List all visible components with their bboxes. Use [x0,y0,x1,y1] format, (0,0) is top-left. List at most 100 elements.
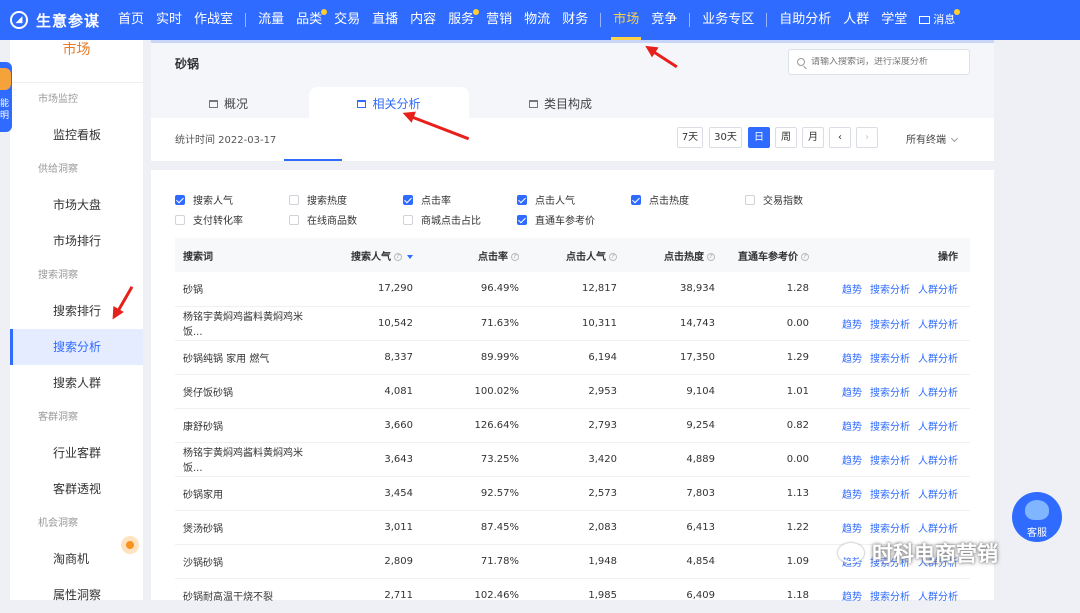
nav-divider [689,13,691,27]
nav-traffic[interactable]: 流量 [252,0,290,40]
elephant-mascot-icon [1025,500,1049,520]
sidebar-item-market-overview[interactable]: 市场大盘 [10,187,143,223]
crowd-analysis-link[interactable]: 人群分析 [918,490,958,501]
search-analysis-link[interactable]: 搜索分析 [870,320,910,331]
period-30-days-button[interactable]: 30天 [709,127,742,148]
period-7-days-button[interactable]: 7天 [677,127,703,148]
checkbox-icon [289,214,299,225]
search-analysis-link[interactable]: 搜索分析 [870,388,910,399]
help-icon[interactable]: ? [609,252,617,261]
metric-checkbox[interactable]: 在线商品数 [289,212,357,227]
metric-checkbox[interactable]: 点击人气 [517,192,575,207]
sidebar-item-industry-customers[interactable]: 行业客群 [10,435,143,471]
help-icon[interactable]: ? [801,252,809,261]
table-cell: 3,420 [533,442,631,477]
help-icon[interactable]: ? [707,252,715,261]
search-analysis-link[interactable]: 搜索分析 [870,524,910,535]
nav-self-analysis[interactable]: 自助分析 [773,0,837,40]
search-analysis-link[interactable]: 搜索分析 [870,354,910,365]
metric-checkbox[interactable]: 交易指数 [745,192,803,207]
table-cell: 1.28 [729,272,823,307]
search-analysis-link[interactable]: 搜索分析 [870,592,910,603]
sidebar-item-monitor-board[interactable]: 监控看板 [10,117,143,153]
search-box[interactable] [788,49,970,75]
trend-link[interactable]: 趋势 [842,388,862,399]
period-day-button[interactable]: 日 [748,127,770,148]
table-cell: 126.64% [427,408,533,443]
nav-transaction[interactable]: 交易 [328,0,366,40]
nav-marketing[interactable]: 营销 [480,0,518,40]
tab-category-composition[interactable]: 类目构成 [529,87,592,121]
metric-checkbox[interactable]: 直通车参考价 [517,212,595,227]
search-input[interactable] [811,57,961,67]
nav-home[interactable]: 首页 [112,0,150,40]
search-analysis-link[interactable]: 搜索分析 [870,456,910,467]
table-cell: 杨铭宇黄焖鸡酱料黄焖鸡米饭... [175,306,325,341]
customer-service-button[interactable]: 客服 [1012,492,1062,542]
nav-crowd[interactable]: 人群 [837,0,875,40]
sidebar-item-search-crowd[interactable]: 搜索人群 [10,365,143,401]
trend-link[interactable]: 趋势 [842,354,862,365]
nav-logistics[interactable]: 物流 [518,0,556,40]
nav-warroom[interactable]: 作战室 [188,0,239,40]
nav-realtime[interactable]: 实时 [150,0,188,40]
nav-finance[interactable]: 财务 [556,0,594,40]
crowd-analysis-link[interactable]: 人群分析 [918,388,958,399]
trend-link[interactable]: 趋势 [842,524,862,535]
search-analysis-link[interactable]: 搜索分析 [870,422,910,433]
trend-link[interactable]: 趋势 [842,592,862,603]
nav-compete[interactable]: 竞争 [645,0,683,40]
sidebar-item-search-analysis[interactable]: 搜索分析 [10,329,143,365]
nav-content[interactable]: 内容 [404,0,442,40]
date-toolbar: 统计时间 2022-03-17 7天 30天 日 周 月 ‹ › 所有终端 [151,118,994,162]
sort-desc-icon[interactable] [407,254,413,259]
tab-overview[interactable]: 概况 [209,87,248,121]
nav-service[interactable]: 服务 [442,0,480,40]
metric-checkbox[interactable]: 点击热度 [631,192,689,207]
nav-category[interactable]: 品类 [290,0,328,40]
metric-checkbox[interactable]: 点击率 [403,192,451,207]
trend-link[interactable]: 趋势 [842,456,862,467]
metric-checkbox[interactable]: 搜索热度 [289,192,347,207]
trend-link[interactable]: 趋势 [842,490,862,501]
nav-market[interactable]: 市场 [607,0,645,40]
crowd-analysis-link[interactable]: 人群分析 [918,524,958,535]
nav-messages[interactable]: 消息 [913,0,961,40]
nav-business-zone[interactable]: 业务专区 [696,0,760,40]
help-icon[interactable]: ? [511,252,519,261]
help-icon[interactable]: ? [394,252,402,261]
sidebar-item-attribute-insight[interactable]: 属性洞察 [10,577,143,613]
next-date-button[interactable]: › [856,127,878,148]
trend-link[interactable]: 趋势 [842,422,862,433]
metric-checkbox[interactable]: 搜索人气 [175,192,233,207]
crowd-analysis-link[interactable]: 人群分析 [918,456,958,467]
col-header-click-rate: 点击率? [427,238,533,272]
tab-related-analysis[interactable]: 相关分析 [309,87,469,121]
assistant-mascot[interactable]: 能明 [0,62,12,132]
prev-date-button[interactable]: ‹ [829,127,851,148]
bag-icon [209,100,218,108]
crowd-analysis-link[interactable]: 人群分析 [918,354,958,365]
period-month-button[interactable]: 月 [802,127,824,148]
crowd-analysis-link[interactable]: 人群分析 [918,285,958,296]
col-header-search-popularity[interactable]: 搜索人气? [325,238,427,272]
sidebar-item-market-ranking[interactable]: 市场排行 [10,223,143,259]
crowd-analysis-link[interactable]: 人群分析 [918,592,958,603]
nav-academy[interactable]: 学堂 [875,0,913,40]
crowd-analysis-link[interactable]: 人群分析 [918,422,958,433]
search-analysis-link[interactable]: 搜索分析 [870,490,910,501]
trend-link[interactable]: 趋势 [842,285,862,296]
sidebar-item-customer-insight[interactable]: 客群透视 [10,471,143,507]
trend-link[interactable]: 趋势 [842,320,862,331]
metric-checkbox[interactable]: 商城点击占比 [403,212,481,227]
table-cell: 1.13 [729,476,823,511]
metric-checkbox[interactable]: 支付转化率 [175,212,243,227]
crowd-analysis-link[interactable]: 人群分析 [918,320,958,331]
search-analysis-link[interactable]: 搜索分析 [870,285,910,296]
table-cell: 康舒砂锅 [175,408,325,443]
bag-icon [357,100,367,108]
terminal-select[interactable]: 所有终端 [906,131,959,146]
brand-logo[interactable]: ◢ 生意参谋 [10,10,100,31]
period-week-button[interactable]: 周 [775,127,797,148]
nav-live[interactable]: 直播 [366,0,404,40]
